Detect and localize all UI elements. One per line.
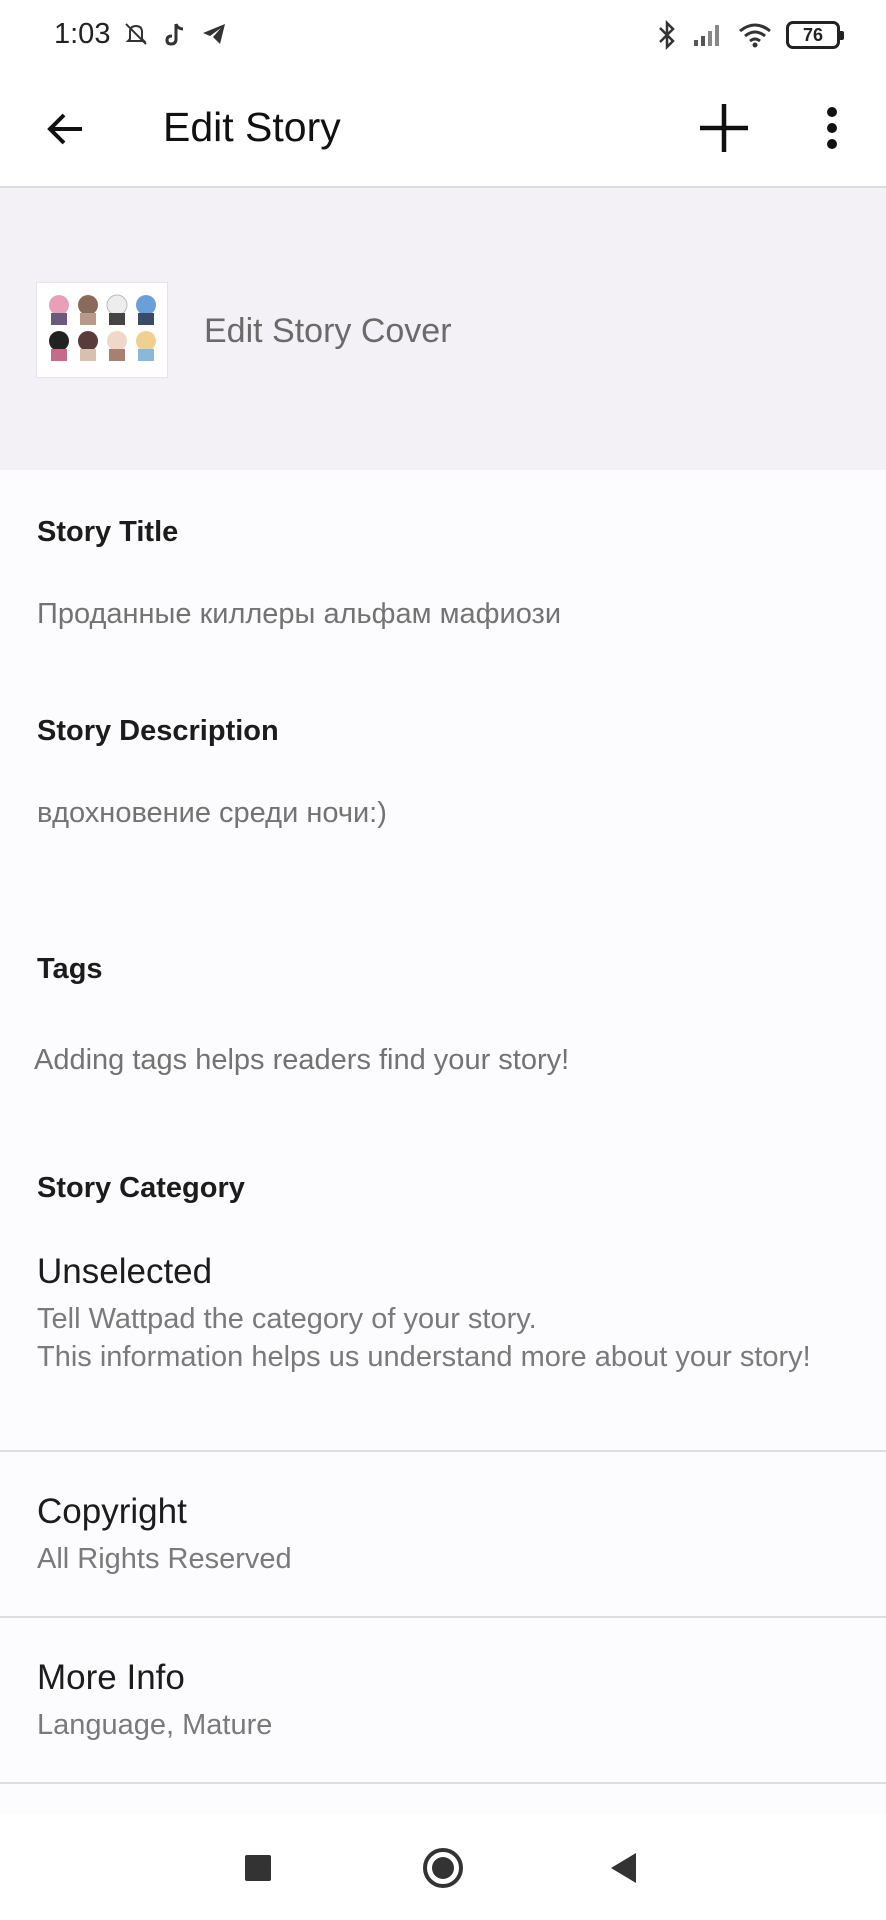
home-button[interactable] <box>419 1844 467 1892</box>
triangle-back-icon <box>611 1853 636 1883</box>
circle-icon <box>423 1848 463 1888</box>
tiktok-icon <box>165 23 184 46</box>
story-category-hint-line1: Tell Wattpad the category of your story. <box>37 1303 537 1335</box>
plus-icon <box>700 104 748 152</box>
more-info-value: Language, Mature <box>37 1709 273 1741</box>
copyright-value: All Rights Reserved <box>37 1543 292 1575</box>
divider <box>0 1782 886 1784</box>
story-category-hint: Tell Wattpad the category of your story.… <box>37 1300 837 1376</box>
battery-level: 76 <box>802 24 824 45</box>
more-info-row[interactable]: More Info Language, Mature <box>0 1618 886 1782</box>
status-system-icons: 76 <box>656 20 844 50</box>
story-title-input[interactable]: Проданные киллеры альфам мафиози <box>37 598 561 631</box>
telegram-icon <box>203 24 225 44</box>
cover-image <box>37 283 167 377</box>
square-icon <box>245 1855 271 1881</box>
muted-bell-icon <box>125 23 147 45</box>
wifi-icon <box>739 23 771 48</box>
edit-cover-label: Edit Story Cover <box>204 312 452 350</box>
story-cover-thumbnail[interactable] <box>36 282 168 378</box>
status-bar: 1:03 76 <box>0 0 886 74</box>
tags-label: Tags <box>37 953 103 985</box>
status-time: 1:03 <box>54 18 111 50</box>
story-category-hint-line2: This information helps us understand mor… <box>37 1341 811 1373</box>
more-options-button[interactable] <box>812 100 852 156</box>
system-nav-bar <box>0 1814 886 1920</box>
signal-icon <box>694 25 719 46</box>
app-bar: Edit Story <box>0 74 886 188</box>
more-info-title: More Info <box>37 1658 185 1697</box>
tags-input[interactable]: Adding tags helps readers find your stor… <box>34 1044 569 1077</box>
back-button[interactable] <box>40 104 90 154</box>
battery-indicator: 76 <box>786 21 844 49</box>
copyright-title: Copyright <box>37 1492 187 1531</box>
add-part-button[interactable] <box>692 96 756 160</box>
edit-cover-section[interactable]: Edit Story Cover <box>0 188 886 470</box>
story-description-label: Story Description <box>37 715 279 747</box>
story-category-value: Unselected <box>37 1252 213 1291</box>
story-title-label: Story Title <box>37 516 179 548</box>
status-notification-icons <box>122 20 228 48</box>
arrow-left-icon <box>47 113 82 145</box>
copyright-row[interactable]: Copyright All Rights Reserved <box>0 1452 886 1616</box>
story-category-label: Story Category <box>37 1172 245 1204</box>
story-category-row[interactable]: Unselected Tell Wattpad the category of … <box>0 1240 886 1450</box>
nav-back-button[interactable] <box>600 1844 648 1892</box>
page-title: Edit Story <box>163 104 341 150</box>
story-description-input[interactable]: вдохновение среди ночи:) <box>37 797 387 830</box>
recents-button[interactable] <box>234 1844 282 1892</box>
more-vertical-icon <box>827 107 837 149</box>
bluetooth-icon <box>659 20 675 50</box>
